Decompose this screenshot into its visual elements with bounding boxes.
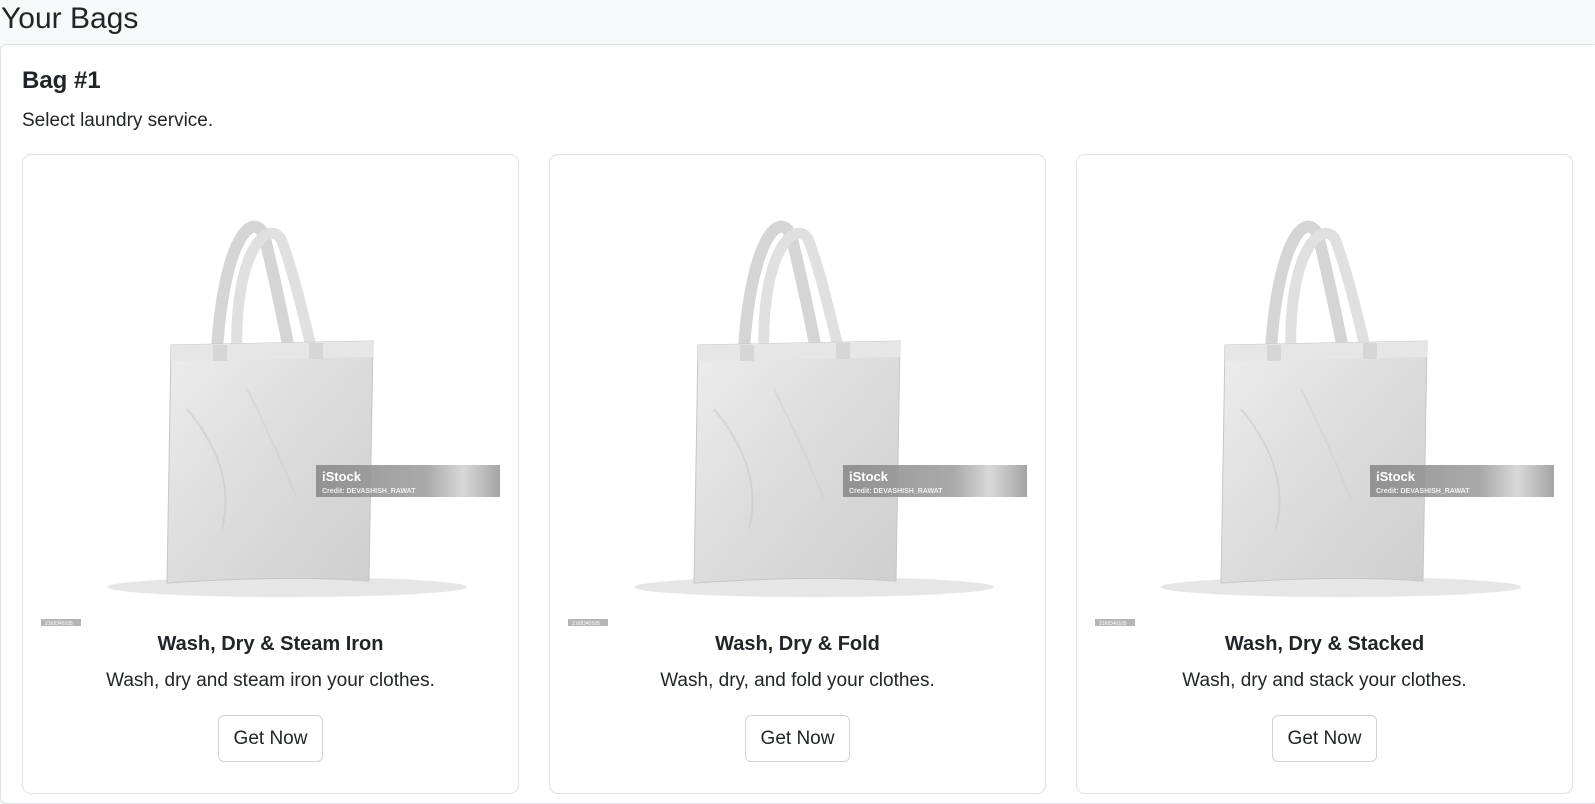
istock-watermark: iStock Credit: DEVASHISH_RAWAT xyxy=(1370,465,1554,497)
watermark-credit: Credit: DEVASHISH_RAWAT xyxy=(1376,488,1470,495)
get-now-button[interactable]: Get Now xyxy=(1271,715,1378,762)
tote-bag-image: iStock Credit: DEVASHISH_RAWAT 216834010… xyxy=(1091,169,1559,639)
get-now-button[interactable]: Get Now xyxy=(744,715,851,762)
watermark-brand: iStock xyxy=(849,469,889,484)
service-description: Wash, dry and stack your clothes. xyxy=(1182,670,1467,691)
service-card-steam-iron: iStock Credit: DEVASHISH_RAWAT 216834010… xyxy=(22,154,519,794)
istock-watermark: iStock Credit: DEVASHISH_RAWAT xyxy=(843,465,1027,497)
get-now-button[interactable]: Get Now xyxy=(217,715,324,762)
page-title: Your Bags xyxy=(1,2,139,35)
service-card-stacked: iStock Credit: DEVASHISH_RAWAT 216834010… xyxy=(1076,154,1573,794)
bag-heading: Bag #1 xyxy=(22,67,101,94)
watermark-brand: iStock xyxy=(322,469,362,484)
tote-bag-image: iStock Credit: DEVASHISH_RAWAT 216834010… xyxy=(564,169,1032,639)
watermark-brand: iStock xyxy=(1376,469,1416,484)
service-title: Wash, Dry & Fold xyxy=(715,633,880,655)
tote-bag-image: iStock Credit: DEVASHISH_RAWAT 216834010… xyxy=(37,169,505,639)
service-title: Wash, Dry & Stacked xyxy=(1224,633,1425,655)
service-description: Wash, dry and steam iron your clothes. xyxy=(106,670,435,691)
watermark-credit: Credit: DEVASHISH_RAWAT xyxy=(849,488,943,495)
image-id-tag: 2168340105 xyxy=(41,619,81,627)
bag-panel: Bag #1 Select laundry service. iStock Cr… xyxy=(0,44,1595,804)
image-id-text: 2168340105 xyxy=(45,621,73,627)
service-description: Wash, dry, and fold your clothes. xyxy=(660,670,935,691)
watermark-credit: Credit: DEVASHISH_RAWAT xyxy=(322,488,416,495)
image-id-text: 2168340105 xyxy=(572,621,600,627)
image-id-tag: 2168340105 xyxy=(568,619,608,627)
bag-subtitle: Select laundry service. xyxy=(22,110,214,131)
service-card-fold: iStock Credit: DEVASHISH_RAWAT 216834010… xyxy=(549,154,1046,794)
image-id-text: 2168340105 xyxy=(1099,621,1127,627)
istock-watermark: iStock Credit: DEVASHISH_RAWAT xyxy=(316,465,500,497)
service-title: Wash, Dry & Steam Iron xyxy=(157,633,384,655)
image-id-tag: 2168340105 xyxy=(1095,619,1135,627)
